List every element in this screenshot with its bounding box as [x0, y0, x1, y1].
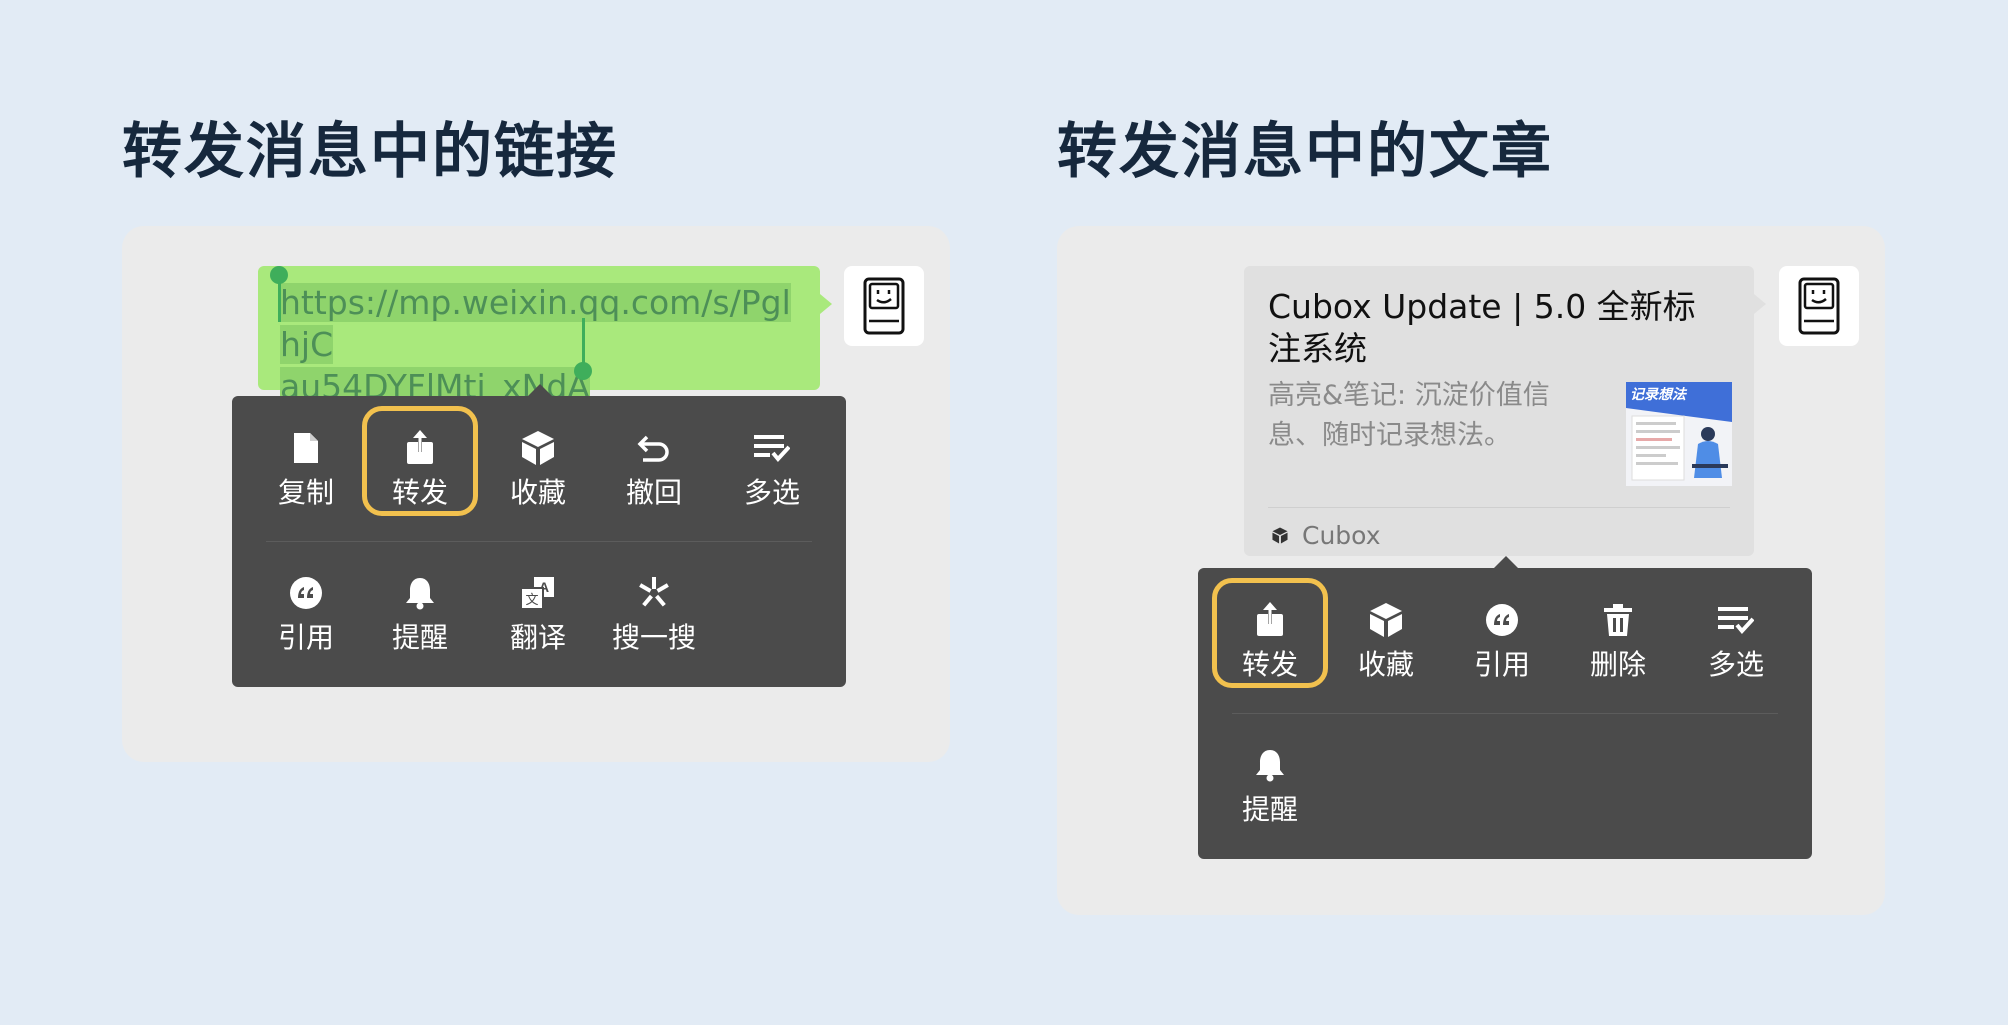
menu-divider [1232, 713, 1778, 714]
selection-start-knob[interactable] [270, 266, 288, 284]
menu-label: 收藏 [1357, 648, 1414, 681]
bell-icon [1256, 750, 1284, 782]
undo-icon [637, 435, 669, 462]
menu-pointer [1494, 556, 1518, 568]
menu-item-multi-select[interactable]: 多选 [1678, 578, 1794, 688]
translate-icon: A文 [520, 577, 554, 610]
menu-label: 多选 [1707, 648, 1764, 681]
file-icon [294, 433, 318, 463]
multi-select-icon [1718, 607, 1754, 635]
link-message-bubble[interactable]: https://mp.weixin.qq.com/s/PglhjC au54DY… [258, 266, 832, 406]
menu-item-collect[interactable]: 收藏 [1328, 578, 1444, 688]
menu-label: 复制 [277, 476, 334, 509]
menu-item-delete[interactable]: 删除 [1560, 578, 1676, 688]
right-context-menu: 转发 收藏 引用 删除 多选 提醒 [1198, 568, 1812, 859]
menu-item-search[interactable]: 搜一搜 [596, 551, 712, 661]
selection-end-handle[interactable] [582, 318, 585, 368]
left-heading: 转发消息中的链接 [122, 117, 618, 187]
menu-item-quote[interactable]: 引用 [248, 551, 364, 661]
menu-pointer [528, 384, 552, 396]
menu-label: 引用 [1473, 648, 1530, 681]
article-message-card[interactable]: Cubox Update | 5.0 全新标注系统 高亮&笔记: 沉淀价值信息、… [1244, 266, 1766, 556]
quote-icon [1486, 604, 1518, 636]
article-thumbnail: 记录想法 [1626, 382, 1732, 486]
menu-label: 转发 [1241, 648, 1298, 681]
bell-icon [406, 578, 434, 610]
article-source: Cubox [1302, 521, 1381, 550]
thumbnail-title: 记录想法 [1630, 386, 1688, 403]
sparkle-search-icon [639, 577, 669, 607]
multi-select-icon [754, 435, 790, 463]
selection-start-handle[interactable] [278, 278, 281, 322]
article-title: Cubox Update | 5.0 全新标注系统 [1268, 287, 1696, 368]
menu-divider [266, 541, 812, 542]
right-heading: 转发消息中的文章 [1057, 117, 1553, 187]
menu-item-collect[interactable]: 收藏 [480, 406, 596, 516]
menu-item-copy[interactable]: 复制 [248, 406, 364, 516]
menu-item-forward[interactable]: 转发 [362, 406, 478, 516]
svg-text:文: 文 [525, 593, 538, 608]
menu-item-multi-select[interactable]: 多选 [714, 406, 830, 516]
share-icon [1257, 602, 1283, 636]
article-description: 高亮&笔记: 沉淀价值信息、随时记录想法。 [1268, 380, 1550, 451]
share-icon [407, 430, 433, 464]
menu-item-remind[interactable]: 提醒 [1212, 723, 1328, 833]
cube-icon [522, 431, 554, 465]
avatar[interactable] [1779, 266, 1859, 346]
menu-label: 搜一搜 [611, 621, 696, 654]
left-context-menu: 复制 转发 收藏 撤回 多选 引用 提醒 A文 翻译 搜一搜 [232, 396, 846, 687]
menu-label: 删除 [1589, 648, 1646, 681]
menu-item-quote[interactable]: 引用 [1444, 578, 1560, 688]
menu-label: 撤回 [625, 476, 682, 509]
article-separator [1268, 507, 1730, 508]
selection-end-knob[interactable] [574, 362, 592, 380]
cubox-logo-icon [1272, 527, 1288, 544]
trash-icon [1604, 604, 1632, 636]
menu-label: 收藏 [509, 476, 566, 509]
menu-label: 提醒 [1241, 793, 1298, 826]
menu-item-recall[interactable]: 撤回 [596, 406, 712, 516]
menu-item-remind[interactable]: 提醒 [362, 551, 478, 661]
menu-label: 提醒 [391, 621, 448, 654]
avatar[interactable] [844, 266, 924, 346]
quote-icon [290, 577, 322, 609]
cube-icon [1370, 603, 1402, 637]
menu-label: 转发 [391, 476, 448, 509]
menu-label: 翻译 [509, 621, 566, 654]
menu-item-forward[interactable]: 转发 [1212, 578, 1328, 688]
menu-item-translate[interactable]: A文 翻译 [480, 551, 596, 661]
menu-label: 引用 [277, 621, 334, 654]
mac-face-icon [1798, 277, 1840, 335]
link-line-1: https://mp.weixin.qq.com/s/PglhjC [280, 283, 791, 364]
mac-face-icon [863, 277, 905, 335]
menu-label: 多选 [743, 476, 800, 509]
